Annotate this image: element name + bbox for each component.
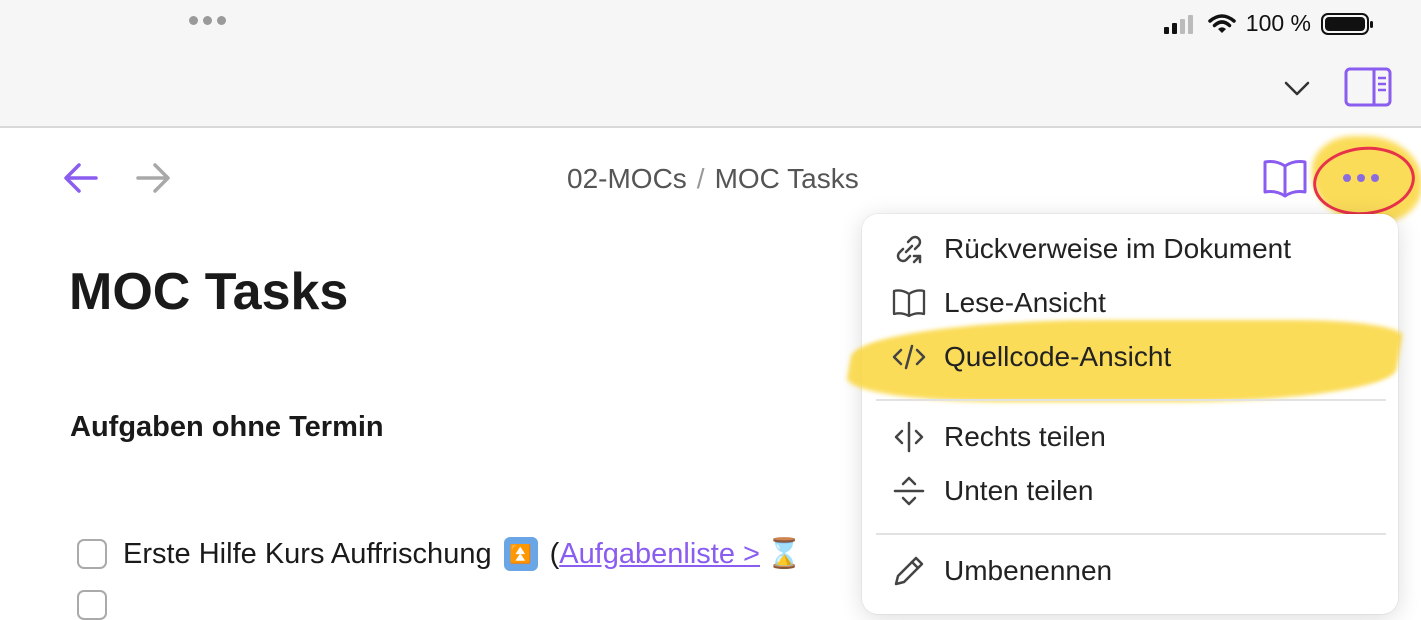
battery-icon: [1321, 12, 1373, 35]
battery-percentage: 100 %: [1245, 10, 1311, 36]
breadcrumb[interactable]: 02-MOCs / MOC Tasks: [567, 163, 859, 195]
high-priority-icon: ⏫: [503, 537, 538, 571]
menu-item-label: Rückverweise im Dokument: [944, 233, 1291, 264]
pencil-icon: [890, 552, 928, 590]
menu-item-label: Rechts teilen: [944, 421, 1106, 452]
book-icon: [890, 284, 928, 322]
more-options-menu: Rückverweise im Dokument Lese-Ansicht Qu…: [842, 214, 1406, 614]
wifi-icon: [1208, 13, 1236, 33]
chevron-down-icon[interactable]: [1282, 78, 1312, 98]
menu-item-label: Unten teilen: [944, 475, 1094, 506]
top-bar: 100 %: [0, 0, 1421, 128]
split-down-icon: [890, 472, 928, 510]
menu-divider: [876, 399, 1386, 401]
hourglass-icon: ⌛: [765, 538, 803, 570]
breadcrumb-note[interactable]: MOC Tasks: [715, 163, 859, 194]
menu-item-label: Quellcode-Ansicht: [944, 341, 1172, 372]
section-heading: Aufgaben ohne Termin: [70, 411, 384, 443]
breadcrumb-separator: /: [696, 163, 705, 194]
backlinks-icon: [890, 230, 928, 268]
menu-item-backlinks[interactable]: Rückverweise im Dokument: [890, 230, 1291, 268]
menu-item-rename[interactable]: Umbenennen: [890, 552, 1112, 590]
status-area: 100 %: [1163, 10, 1373, 37]
menu-item-source-view[interactable]: Quellcode-Ansicht: [890, 338, 1171, 376]
note-header: 02-MOCs / MOC Tasks: [0, 128, 1421, 228]
task-link[interactable]: Aufgabenliste >: [559, 538, 760, 571]
menu-item-split-down[interactable]: Unten teilen: [890, 472, 1093, 510]
multitasking-dots-icon[interactable]: [189, 16, 226, 25]
menu-divider: [876, 533, 1386, 535]
task-checkbox[interactable]: [77, 539, 107, 569]
more-options-icon[interactable]: [1343, 174, 1379, 182]
task-paren: (: [549, 537, 560, 570]
breadcrumb-folder[interactable]: 02-MOCs: [567, 163, 687, 194]
forward-arrow-icon[interactable]: [134, 160, 172, 196]
menu-item-reading-view[interactable]: Lese-Ansicht: [890, 284, 1106, 322]
menu-item-label: Lese-Ansicht: [944, 287, 1106, 318]
menu-item-label: Umbenennen: [944, 555, 1113, 586]
task-text: Erste Hilfe Kurs Auffrischung: [123, 537, 492, 570]
page-title: MOC Tasks: [69, 263, 349, 321]
back-arrow-icon[interactable]: [62, 160, 100, 196]
task-checkbox[interactable]: [77, 590, 107, 620]
split-right-icon: [890, 418, 928, 456]
sidebar-toggle-icon[interactable]: [1344, 67, 1392, 107]
task-item: Erste Hilfe Kurs Auffrischung ⏫ (Aufgabe…: [77, 537, 802, 571]
menu-item-split-right[interactable]: Rechts teilen: [890, 418, 1106, 456]
code-icon: [890, 338, 928, 376]
reading-view-book-icon[interactable]: [1262, 158, 1308, 198]
cellular-signal-icon: [1163, 14, 1193, 34]
